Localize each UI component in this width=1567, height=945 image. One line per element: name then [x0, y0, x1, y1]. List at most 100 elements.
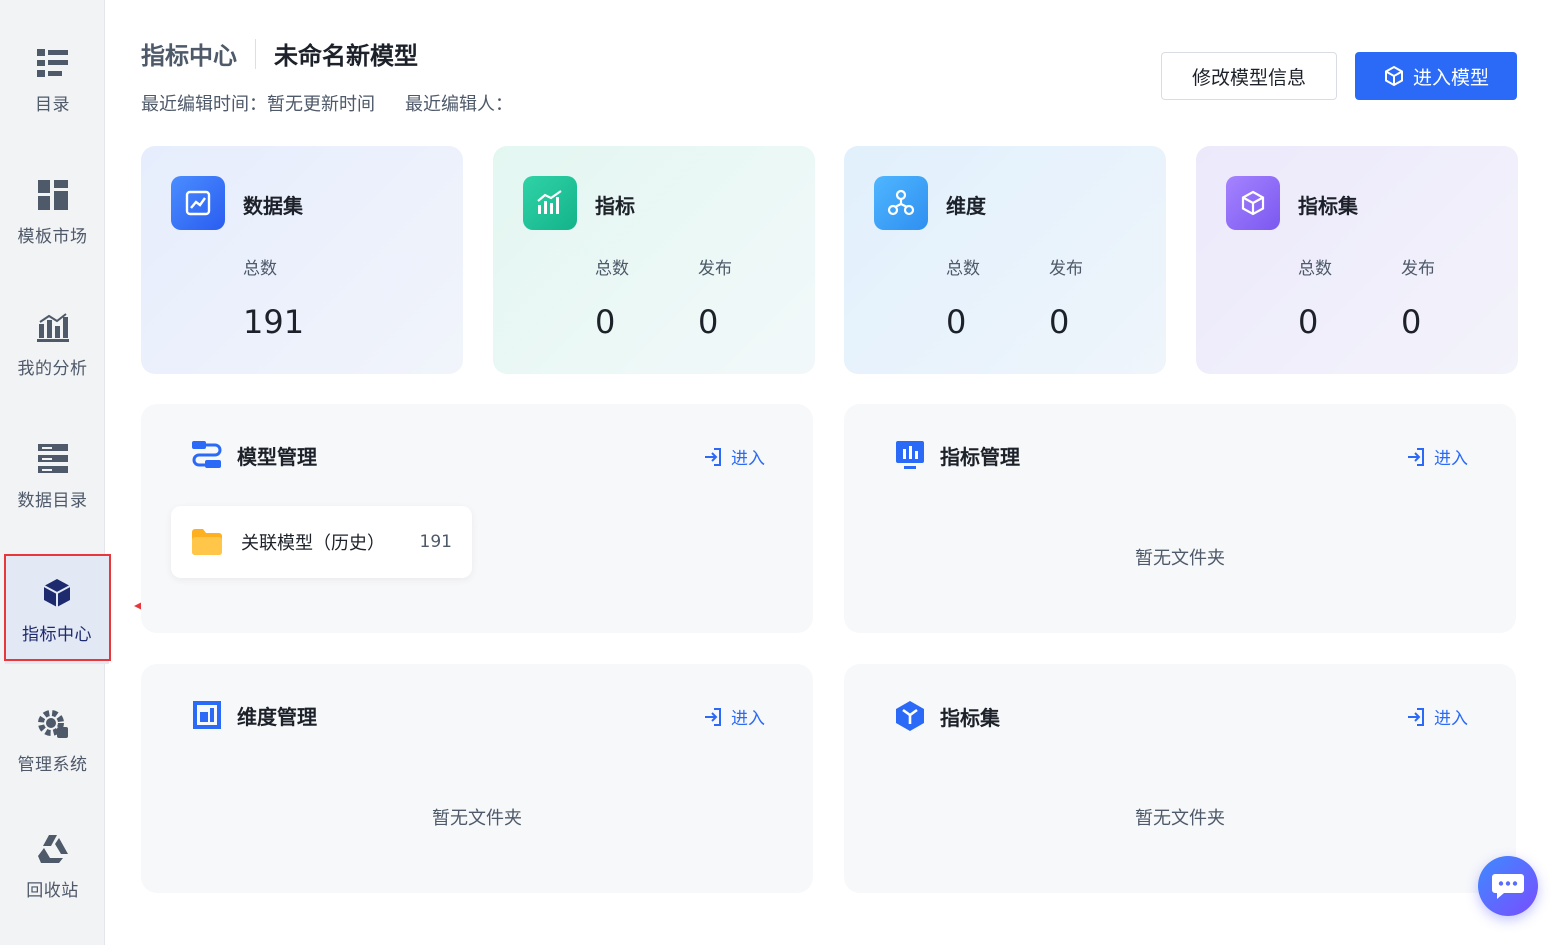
- sidebar-item-label: 目录: [35, 94, 70, 115]
- recycle-icon: [36, 832, 70, 866]
- enter-arrow-icon: [705, 707, 721, 726]
- stat-title: 指标集: [1298, 194, 1358, 218]
- sidebar-item-recycle-bin[interactable]: 回收站: [0, 812, 105, 920]
- stat-label: 发布: [1049, 259, 1083, 279]
- metric-management-enter-link[interactable]: 进入: [1406, 444, 1468, 469]
- stat-card-dataset[interactable]: 数据集 总数 191: [141, 146, 463, 374]
- sidebar-item-catalog[interactable]: 目录: [0, 26, 105, 134]
- panel-header: 维度管理: [191, 700, 317, 730]
- dimension-management-icon: [193, 701, 221, 729]
- enter-model-label: 进入模型: [1412, 66, 1489, 89]
- sidebar-item-label: 管理系统: [17, 754, 88, 775]
- cube-icon: [40, 576, 74, 610]
- edit-model-label: 修改模型信息: [1191, 66, 1306, 89]
- gear-icon: [36, 706, 70, 740]
- breadcrumb-divider: [255, 38, 256, 69]
- stat-published: 发布 0: [1401, 254, 1435, 341]
- dimension-management-enter-link[interactable]: 进入: [703, 704, 765, 729]
- metric-management-panel: 指标管理 进入 暂无文件夹: [844, 404, 1516, 633]
- model-management-icon: [192, 441, 222, 468]
- list-icon: [36, 46, 70, 80]
- panel-title: 指标集: [940, 705, 1000, 730]
- edit-time: 最近编辑时间：暂无更新时间: [141, 94, 375, 115]
- sidebar-item-label: 回收站: [26, 880, 79, 901]
- sidebar-item-label: 我的分析: [17, 358, 88, 379]
- stat-title: 维度: [946, 194, 986, 218]
- stat-card-metric-set[interactable]: 指标集 总数 0 发布 0: [1196, 146, 1518, 374]
- stat-total: 总数 0: [1298, 254, 1332, 341]
- panel-header: 模型管理: [191, 440, 317, 470]
- sidebar-item-data-catalog[interactable]: 数据目录: [0, 422, 105, 530]
- panel-header: 指标管理: [894, 440, 1020, 470]
- stat-value: 0: [595, 303, 616, 341]
- folder-card[interactable]: 关联模型（历史） 191: [171, 506, 472, 578]
- stat-card-metric[interactable]: 指标 总数 0 发布 0: [493, 146, 815, 374]
- metric-trend-icon: [523, 176, 577, 230]
- stat-value: 0: [1401, 303, 1422, 341]
- stat-total: 总数 0: [946, 254, 980, 341]
- enter-label: 进入: [1434, 709, 1468, 729]
- stat-value: 0: [946, 303, 967, 341]
- stat-value: 0: [1049, 303, 1070, 341]
- model-management-panel: 模型管理 进入 关联模型（历史） 191: [141, 404, 813, 633]
- sidebar-item-metric-center[interactable]: 指标中心: [5, 556, 109, 664]
- empty-state-text: 暂无文件夹: [1135, 808, 1225, 829]
- stat-label: 发布: [1401, 259, 1435, 279]
- page-title: 未命名新模型: [274, 42, 418, 70]
- enter-arrow-icon: [1408, 447, 1424, 466]
- enter-arrow-icon: [1408, 707, 1424, 726]
- panel-title: 指标管理: [940, 444, 1020, 469]
- stat-card-dimension[interactable]: 维度 总数 0 发布 0: [844, 146, 1166, 374]
- sidebar: 目录 模板市场 我的分析 数据目录 指标中心 管理系统 回收站: [0, 0, 109, 945]
- enter-label: 进入: [1434, 449, 1468, 469]
- stat-label: 总数: [595, 259, 629, 279]
- stat-published: 发布 0: [1049, 254, 1083, 341]
- dimension-management-panel: 维度管理 进入 暂无文件夹: [141, 664, 813, 893]
- template-grid-icon: [36, 178, 70, 212]
- sidebar-item-label: 模板市场: [17, 226, 88, 247]
- edit-meta: 最近编辑时间：暂无更新时间 最近编辑人：: [141, 90, 513, 116]
- sidebar-item-label: 指标中心: [22, 624, 92, 645]
- metric-set-panel: 指标集 进入 暂无文件夹: [844, 664, 1516, 893]
- panel-title: 模型管理: [237, 444, 317, 469]
- sidebar-item-admin[interactable]: 管理系统: [0, 686, 105, 794]
- sidebar-item-label: 数据目录: [17, 490, 88, 511]
- folder-count: 191: [419, 532, 452, 552]
- enter-label: 进入: [731, 449, 765, 469]
- empty-state-text: 暂无文件夹: [1135, 548, 1225, 569]
- stat-label: 发布: [698, 259, 732, 279]
- stat-value: 0: [698, 303, 719, 341]
- editor: 最近编辑人：: [405, 94, 513, 115]
- empty-state-text: 暂无文件夹: [432, 808, 522, 829]
- folder-name: 关联模型（历史）: [241, 533, 385, 554]
- chat-bubble-icon: [1492, 874, 1524, 899]
- stat-value: 0: [1298, 303, 1319, 341]
- chat-assistant-button[interactable]: [1478, 856, 1538, 916]
- metric-set-enter-link[interactable]: 进入: [1406, 704, 1468, 729]
- stat-title: 指标: [595, 194, 635, 218]
- sidebar-item-my-analysis[interactable]: 我的分析: [0, 290, 105, 398]
- enter-model-button[interactable]: 进入模型: [1355, 52, 1517, 100]
- stat-label: 总数: [946, 259, 980, 279]
- data-catalog-icon: [36, 442, 70, 476]
- stat-total: 总数 191: [243, 254, 304, 341]
- panel-header: 指标集: [894, 700, 1000, 732]
- model-management-enter-link[interactable]: 进入: [703, 444, 765, 469]
- stat-label: 总数: [1298, 259, 1332, 279]
- edit-model-button[interactable]: 修改模型信息: [1161, 52, 1337, 100]
- panel-title: 维度管理: [237, 704, 317, 729]
- metric-set-cube-icon: [1226, 176, 1280, 230]
- metric-management-icon: [896, 441, 924, 469]
- dataset-chart-icon: [171, 176, 225, 230]
- metric-set-icon: [896, 701, 924, 731]
- cube-outline-icon: [1384, 65, 1403, 87]
- breadcrumb[interactable]: 指标中心: [141, 36, 237, 71]
- sidebar-item-template-market[interactable]: 模板市场: [0, 158, 105, 266]
- page-header: 指标中心 未命名新模型: [141, 36, 418, 71]
- stat-total: 总数 0: [595, 254, 629, 341]
- enter-label: 进入: [731, 709, 765, 729]
- folder-icon: [192, 529, 222, 555]
- stat-published: 发布 0: [698, 254, 732, 341]
- stat-value: 191: [243, 303, 305, 341]
- dimension-nodes-icon: [874, 176, 928, 230]
